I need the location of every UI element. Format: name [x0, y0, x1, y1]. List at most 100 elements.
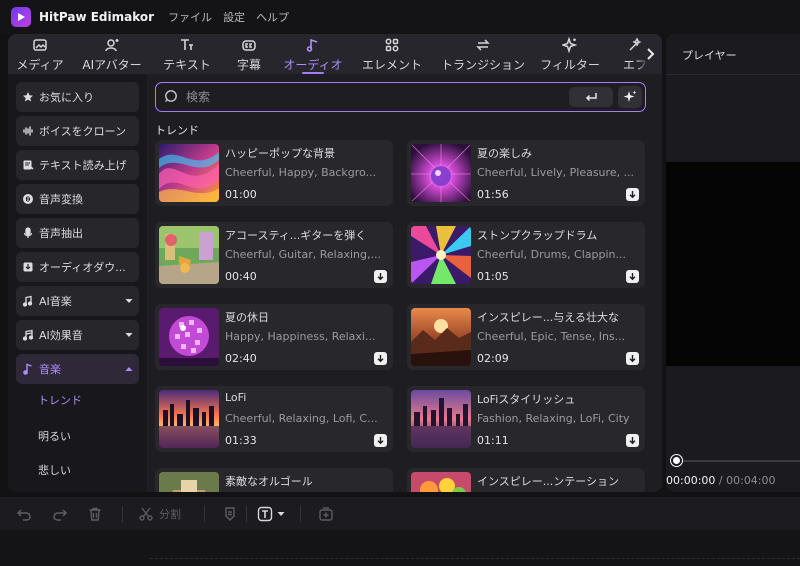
tab-captions-label: 字幕 — [236, 58, 261, 72]
download-button[interactable] — [374, 270, 387, 283]
search-enter-button[interactable] — [569, 87, 613, 107]
ai-search-button[interactable] — [618, 86, 642, 108]
tab-text-label: テキスト — [163, 58, 211, 72]
toolbar-divider — [300, 506, 301, 522]
track-title: LoFi — [225, 391, 247, 404]
tab-elements[interactable]: エレメント — [350, 34, 434, 74]
sidebar-item-music[interactable]: 音楽 — [16, 354, 139, 384]
tab-text[interactable]: テキスト — [152, 34, 222, 74]
sidebar-item-label: AI音楽 — [39, 295, 72, 308]
search-input[interactable] — [186, 87, 566, 107]
track-card[interactable]: アコースティ...ギターを弾く Cheerful, Guitar, Relaxi… — [155, 222, 393, 288]
menu-settings[interactable]: 設定 — [223, 9, 245, 25]
menu-help[interactable]: ヘルプ — [256, 9, 289, 25]
sidebar-subitem-bright[interactable]: 明るい — [38, 428, 71, 444]
track-thumbnail — [159, 308, 219, 366]
track-card[interactable]: LoFiスタイリッシュ Fashion, Relaxing, LoFi, Cit… — [407, 386, 645, 452]
player-panel: プレイヤー 00:00:00 / 00:04:00 — [666, 34, 800, 492]
tab-elements-label: エレメント — [361, 58, 422, 72]
track-thumbnail — [411, 308, 471, 366]
track-card[interactable]: LoFi Cheerful, Relaxing, Lofi, C... 01:3… — [155, 386, 393, 452]
tab-ai-avatar[interactable]: AIアバター — [72, 34, 152, 74]
tab-filters[interactable]: フィルター — [532, 34, 608, 74]
ai-music-icon — [22, 295, 33, 307]
tab-filters-label: フィルター — [540, 58, 600, 72]
caret-down-icon — [125, 299, 133, 303]
music-library: トレンド ハッピーポップな背景 Cheerful, Happy, Backgro… — [147, 74, 662, 492]
player-title: プレイヤー — [682, 49, 737, 62]
track-card[interactable]: インスピレー...与える壮大な Cheerful, Epic, Tense, I… — [407, 304, 645, 370]
download-button[interactable] — [374, 352, 387, 365]
undo-button[interactable] — [16, 505, 32, 523]
sidebar-item-text-to-speech[interactable]: テキスト読み上げ — [16, 150, 139, 180]
timeline-area[interactable] — [0, 530, 800, 566]
sidebar-subitem-trend[interactable]: トレンド — [38, 392, 82, 408]
track-card[interactable]: 夏の楽しみ Cheerful, Lively, Pleasure, ... 01… — [407, 140, 645, 206]
track-thumbnail — [159, 390, 219, 448]
download-button[interactable] — [626, 188, 639, 201]
sidebar-item-ai-sfx[interactable]: AI効果音 — [16, 320, 139, 350]
download-icon — [629, 437, 636, 445]
split-label: 分割 — [159, 508, 181, 521]
download-icon — [629, 355, 636, 363]
delete-button[interactable] — [87, 505, 103, 523]
tab-transitions[interactable]: トランジション — [434, 34, 532, 74]
download-button[interactable] — [626, 352, 639, 365]
track-card[interactable]: インスピレー...ンテーション — [407, 468, 645, 492]
track-title: 夏の楽しみ — [477, 147, 532, 160]
sidebar-item-favorites[interactable]: お気に入り — [16, 82, 139, 112]
progress-handle[interactable] — [671, 455, 682, 466]
sidebar-item-voice-clone[interactable]: ボイスをクローン — [16, 116, 139, 146]
trash-icon — [89, 507, 101, 521]
split-button[interactable]: 分割 — [138, 505, 181, 523]
track-thumbnail — [159, 144, 219, 202]
add-clip-button[interactable] — [318, 505, 334, 523]
download-button[interactable] — [626, 434, 639, 447]
audio-sidebar: お気に入り ボイスをクローン テキスト読み上げ 音声変換 音声抽出 オーディオダ… — [8, 74, 147, 492]
track-card[interactable]: 素敵なオルゴール — [155, 468, 393, 492]
caret-down-icon — [125, 333, 133, 337]
sidebar-item-audio-download[interactable]: オーディオダウ... — [16, 252, 139, 282]
track-thumbnail — [159, 226, 219, 284]
text-icon — [181, 39, 193, 50]
menu-file[interactable]: ファイル — [168, 9, 212, 25]
track-duration: 01:05 — [477, 270, 509, 283]
chevron-right-icon — [647, 48, 655, 60]
caret-up-icon — [125, 367, 133, 371]
track-card[interactable]: 夏の休日 Happy, Happiness, Relaxi... 02:40 — [155, 304, 393, 370]
tab-media[interactable]: メディア — [8, 34, 72, 74]
download-button[interactable] — [626, 270, 639, 283]
progress-track[interactable] — [676, 460, 800, 462]
track-tags: Cheerful, Epic, Tense, Ins... — [477, 330, 626, 343]
edit-toolbar: 分割 — [0, 497, 800, 530]
app-title: HitPaw Edimakor — [39, 10, 155, 24]
tab-audio[interactable]: オーディオ — [276, 34, 350, 74]
track-duration: 01:00 — [225, 188, 257, 201]
track-title: ストンプクラップドラム — [477, 229, 598, 242]
scissors-icon — [139, 507, 153, 521]
category-next-button[interactable] — [638, 34, 662, 74]
text-style-dropdown[interactable] — [257, 505, 285, 523]
track-duration: 02:09 — [477, 352, 509, 365]
music-note-icon — [306, 38, 318, 52]
sidebar-item-label: オーディオダウ... — [39, 261, 126, 274]
tab-captions[interactable]: 字幕 — [222, 34, 276, 74]
category-bar: メディア AIアバター テキスト 字幕 オーディオ エレメント トランジション — [8, 34, 662, 74]
download-button[interactable] — [374, 434, 387, 447]
marker-button[interactable] — [222, 505, 238, 523]
sidebar-item-audio-extract[interactable]: 音声抽出 — [16, 218, 139, 248]
track-tags: Cheerful, Relaxing, Lofi, C... — [225, 412, 378, 425]
download-icon — [377, 273, 384, 281]
track-card[interactable]: ハッピーポップな背景 Cheerful, Happy, Backgro... 0… — [155, 140, 393, 206]
sidebar-subitem-sad[interactable]: 悲しい — [38, 462, 71, 478]
download-box-icon — [23, 262, 33, 272]
redo-button[interactable] — [52, 505, 68, 523]
sidebar-item-voice-changer[interactable]: 音声変換 — [16, 184, 139, 214]
section-title: トレンド — [155, 124, 199, 137]
microphone-icon — [23, 227, 33, 238]
track-thumbnail — [411, 390, 471, 448]
sidebar-item-ai-music[interactable]: AI音楽 — [16, 286, 139, 316]
image-icon — [33, 39, 47, 51]
video-preview[interactable] — [666, 162, 800, 366]
track-card[interactable]: ストンプクラップドラム Cheerful, Drums, Clappin... … — [407, 222, 645, 288]
